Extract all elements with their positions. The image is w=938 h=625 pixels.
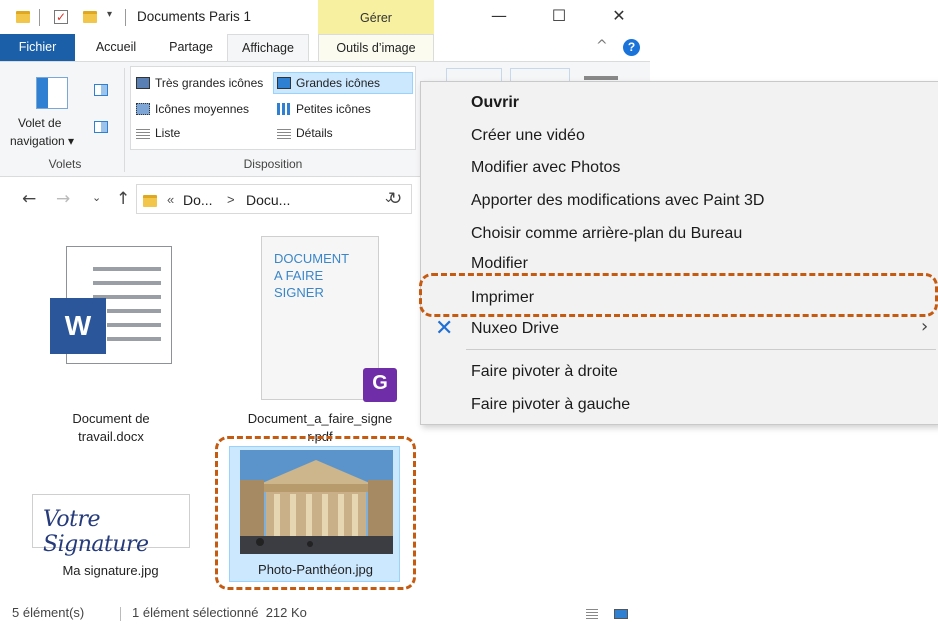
list-option[interactable]: Liste — [136, 126, 180, 140]
extra-large-icons-option[interactable]: Très grandes icônes — [136, 76, 263, 90]
separator — [124, 68, 125, 172]
large-icons-icon — [277, 77, 291, 89]
details-view-icon[interactable] — [586, 609, 598, 619]
large-icons-option[interactable]: Grandes icônes — [273, 72, 413, 94]
help-icon[interactable]: ? — [623, 39, 640, 56]
details-option[interactable]: Détails — [277, 126, 333, 140]
separator — [125, 9, 126, 26]
pdf-thumb-line: DOCUMENT — [274, 251, 350, 266]
menu-item-rotate-left[interactable]: Faire pivoter à gauche — [471, 396, 630, 414]
word-icon: W — [50, 298, 106, 354]
medium-icons-option[interactable]: Icônes moyennes — [136, 102, 249, 116]
photo-highlight — [215, 436, 416, 590]
new-folder-icon[interactable] — [83, 11, 97, 23]
file-name: Document de — [72, 411, 150, 426]
file-item-word[interactable]: W Document de travail.docx — [36, 232, 186, 444]
list-icon — [136, 127, 150, 139]
close-button[interactable]: ✕ — [596, 2, 642, 30]
pdf-reader-icon: G — [363, 368, 397, 402]
signature-thumb-text: Votre Signature — [43, 507, 149, 557]
collapse-ribbon-icon[interactable]: ^ — [596, 38, 608, 54]
small-icons-icon — [277, 103, 291, 115]
breadcrumb-segment-2[interactable]: Docu... — [246, 192, 290, 208]
menu-item-create-video[interactable]: Créer une vidéo — [471, 127, 585, 145]
menu-item-edit[interactable]: Modifier — [471, 255, 528, 273]
menu-item-rotate-right[interactable]: Faire pivoter à droite — [471, 363, 618, 381]
medium-icons-icon — [136, 103, 150, 115]
recent-locations-button[interactable]: ⌄ — [92, 191, 101, 204]
tab-view[interactable]: Affichage — [227, 34, 309, 62]
navigation-pane-label-2[interactable]: navigation ▾ — [10, 134, 74, 148]
print-highlight — [419, 273, 938, 317]
breadcrumb-overflow[interactable]: « — [167, 192, 174, 207]
submenu-arrow-icon: › — [921, 316, 929, 337]
tab-home[interactable]: Accueil — [82, 34, 150, 61]
options-icon[interactable] — [584, 76, 618, 80]
menu-item-edit-photos[interactable]: Modifier avec Photos — [471, 159, 620, 177]
signature-thumbnail: Votre Signature — [32, 494, 190, 557]
file-name: Document_a_faire_signe — [247, 411, 393, 426]
menu-item-open[interactable]: Ouvrir — [471, 94, 519, 112]
separator — [39, 9, 40, 26]
tab-file[interactable]: Fichier — [0, 34, 75, 61]
file-item-pdf[interactable]: DOCUMENT A FAIRE SIGNER G Document_a_fai… — [235, 232, 415, 444]
maximize-button[interactable]: ☐ — [536, 2, 582, 30]
manage-tab-label: Gérer — [360, 11, 392, 25]
properties-icon[interactable]: ✓ — [54, 10, 68, 24]
details-pane-icon[interactable] — [94, 121, 108, 133]
manage-contextual-tab[interactable]: Gérer — [318, 0, 434, 34]
refresh-button[interactable]: ↻ — [388, 189, 402, 209]
small-icons-option[interactable]: Petites icônes — [277, 102, 371, 116]
navigation-pane-icon[interactable] — [36, 77, 68, 109]
status-bar: 5 élément(s) 1 élément sélectionné 212 K… — [0, 600, 650, 625]
selection-info: 1 élément sélectionné 212 Ko — [132, 605, 307, 620]
window-title: Documents Paris 1 — [137, 9, 252, 24]
breadcrumb-segment-1[interactable]: Do... — [183, 192, 213, 208]
menu-item-paint3d[interactable]: Apporter des modifications avec Paint 3D — [471, 192, 764, 210]
up-button[interactable]: ↑ — [116, 189, 130, 209]
tab-share[interactable]: Partage — [158, 34, 224, 61]
navigation-pane-label[interactable]: Volet de — [18, 116, 61, 130]
customize-toolbar-icon[interactable]: ▾ — [107, 9, 112, 20]
layout-group-label: Disposition — [243, 157, 303, 171]
nuxeo-icon: ✕ — [435, 315, 454, 340]
panes-group-label: Volets — [48, 157, 82, 171]
context-menu: Ouvrir Créer une vidéo Modifier avec Pho… — [420, 81, 938, 425]
separator — [466, 349, 936, 350]
pdf-thumb-line: A FAIRE — [274, 268, 324, 283]
folder-icon — [16, 11, 30, 23]
folder-icon — [143, 195, 157, 207]
back-button[interactable]: ← — [22, 189, 36, 209]
forward-button[interactable]: → — [56, 189, 70, 209]
menu-item-set-background[interactable]: Choisir comme arrière-plan du Bureau — [471, 225, 742, 243]
minimize-button[interactable]: — — [476, 2, 522, 30]
item-count: 5 élément(s) — [12, 605, 85, 620]
file-name-line2: travail.docx — [78, 429, 144, 444]
extra-large-icons-icon — [136, 77, 150, 89]
large-icons-view-icon[interactable] — [614, 609, 628, 619]
menu-item-nuxeo-drive[interactable]: Nuxeo Drive — [471, 320, 559, 338]
pdf-thumb-line: SIGNER — [274, 285, 324, 300]
file-name: Ma signature.jpg — [62, 563, 159, 578]
file-item-signature[interactable]: Votre Signature Ma signature.jpg — [28, 490, 193, 590]
ribbon-tabs: Fichier Accueil Partage Affichage Outils… — [0, 34, 650, 62]
separator — [120, 607, 121, 621]
address-field[interactable]: « Do... > Docu... ⌄ — [136, 184, 412, 214]
details-icon — [277, 127, 291, 139]
preview-pane-icon[interactable] — [94, 84, 108, 96]
breadcrumb-separator: > — [227, 192, 235, 207]
tab-picture-tools[interactable]: Outils d’image — [318, 34, 434, 62]
pdf-thumbnail: DOCUMENT A FAIRE SIGNER — [261, 236, 379, 400]
